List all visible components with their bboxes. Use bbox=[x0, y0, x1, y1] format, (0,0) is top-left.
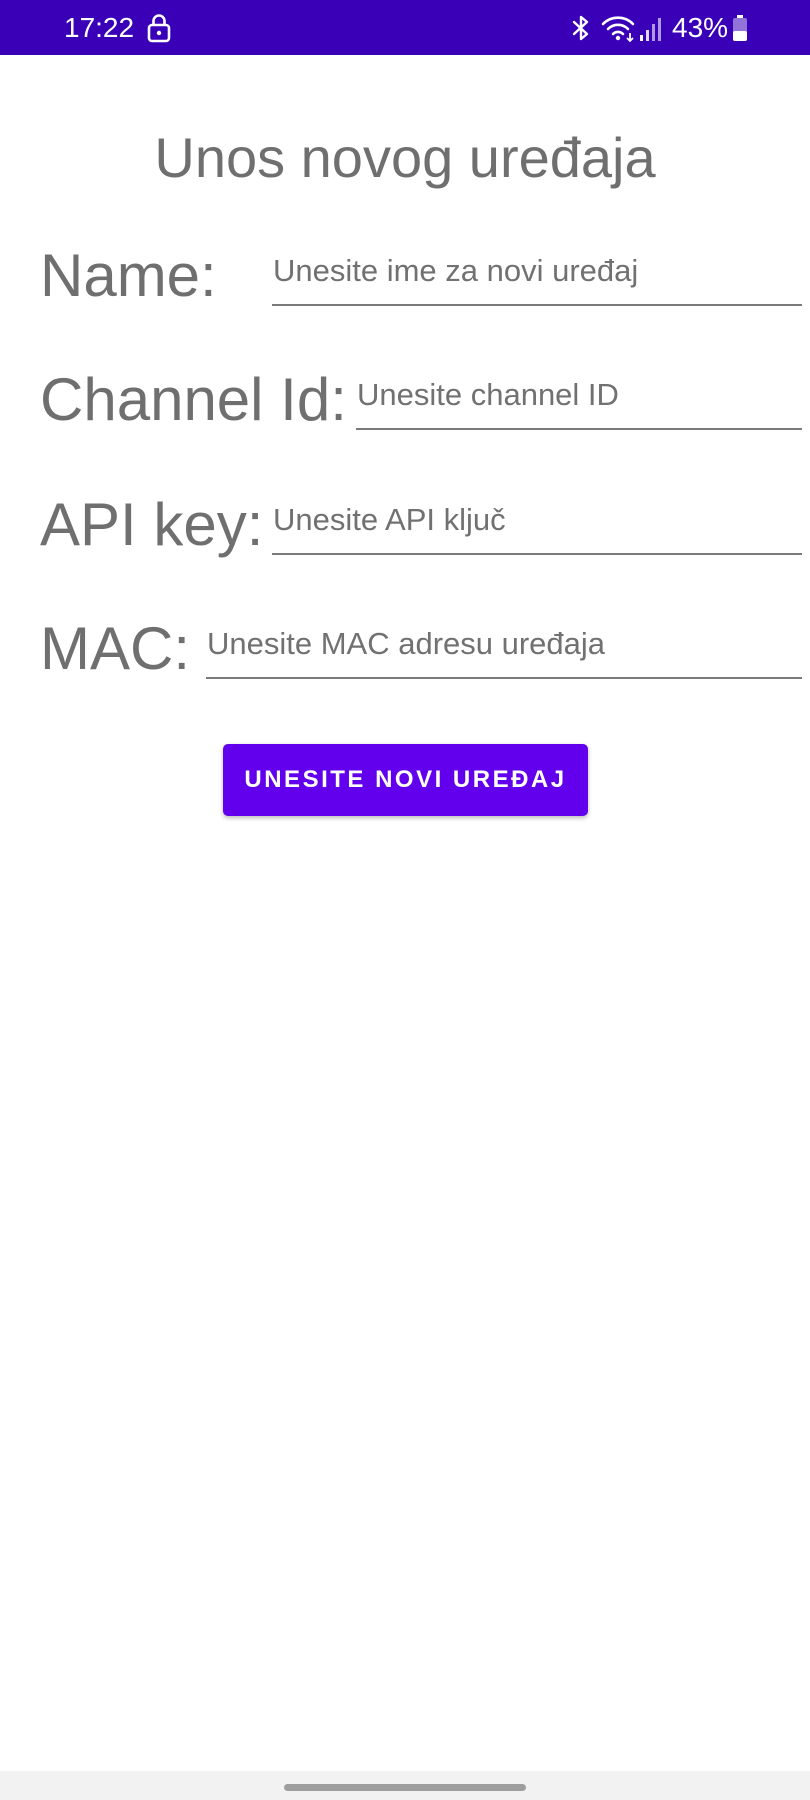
channel-id-placeholder: Unesite channel ID bbox=[357, 377, 619, 412]
bluetooth-icon bbox=[572, 15, 589, 41]
api-key-placeholder: Unesite API ključ bbox=[273, 502, 506, 537]
name-label: Name: bbox=[40, 242, 217, 309]
navigation-bar bbox=[0, 1771, 810, 1800]
api-key-input[interactable]: Unesite API ključ bbox=[272, 495, 802, 555]
battery-icon bbox=[733, 15, 747, 41]
api-key-label: API key: bbox=[40, 491, 264, 558]
wifi-icon bbox=[601, 16, 635, 43]
channel-id-label: Channel Id: bbox=[40, 366, 347, 433]
home-indicator[interactable] bbox=[284, 1784, 526, 1791]
page-title: Unos novog uređaja bbox=[154, 126, 656, 189]
lock-icon bbox=[147, 14, 171, 43]
status-bar: 17:22 43% bbox=[0, 0, 810, 55]
channel-id-input[interactable]: Unesite channel ID bbox=[356, 370, 802, 430]
name-input[interactable]: Unesite ime za novi uređaj bbox=[272, 246, 802, 306]
mac-input[interactable]: Unesite MAC adresu uređaja bbox=[206, 619, 802, 679]
submit-device-button[interactable]: UNESITE NOVI UREĐAJ bbox=[223, 744, 588, 816]
battery-percent: 43% bbox=[672, 12, 729, 43]
status-time: 17:22 bbox=[64, 12, 135, 43]
mac-label: MAC: bbox=[40, 615, 190, 682]
mac-placeholder: Unesite MAC adresu uređaja bbox=[207, 626, 606, 661]
name-placeholder: Unesite ime za novi uređaj bbox=[273, 253, 639, 288]
signal-icon bbox=[640, 18, 661, 41]
